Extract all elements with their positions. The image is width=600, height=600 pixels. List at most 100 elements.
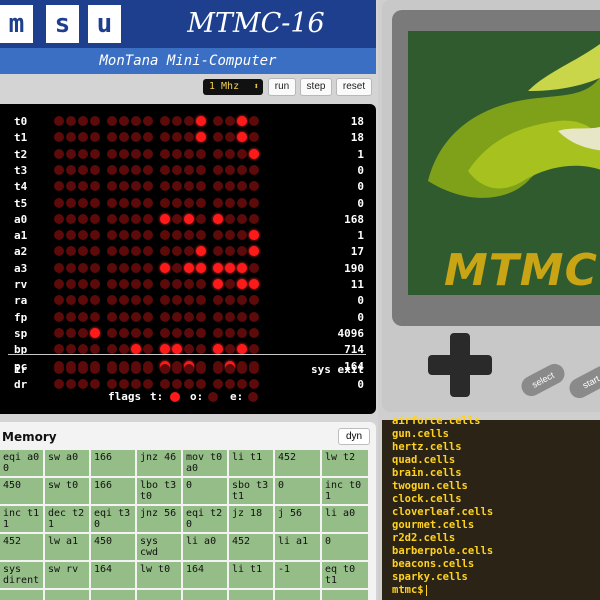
logo-letter-u: u [88,5,121,43]
memory-cell[interactable]: 452 [229,534,273,560]
app-header: m s u MTMC-16 [0,0,376,48]
bit-led [249,164,259,175]
bit-led [143,311,153,322]
memory-cell[interactable] [91,590,135,600]
bit-led [249,213,259,224]
memory-cell[interactable]: eq t0 t1 [322,562,368,588]
bit-led [225,295,235,306]
memory-cell[interactable]: jnz 56 [137,506,181,532]
memory-cell[interactable]: 452 [275,450,320,476]
memory-cell[interactable]: mov t0 a0 [183,450,227,476]
registers-panel: t0 18 t1 18 t2 1 t3 0 t4 0 t5 0 a0 168 a1 1 a2 17 a3 190 rv 1… [0,104,376,414]
bit-led [78,364,88,374]
bit-led [196,364,206,374]
memory-cell[interactable]: sw t0 [45,478,89,504]
register-row-ir: ir sys exit [0,362,376,377]
terminal[interactable]: airforce.cells gun.cells hertz.cells quad.c… [382,415,600,600]
bit-led [160,379,170,389]
bit-led [172,379,182,389]
bit-led [119,379,129,389]
memory-cell[interactable]: 450 [0,478,43,504]
register-name: a1 [14,229,28,243]
memory-cell[interactable]: 166 [91,478,135,504]
bit-led [225,262,235,273]
memory-cell[interactable]: li t1 [229,450,273,476]
memory-cell[interactable]: 0 [322,534,368,560]
memory-cell[interactable]: jnz 46 [137,450,181,476]
bit-led [184,148,194,159]
memory-cell[interactable]: -1 [275,562,320,588]
bit-led [78,311,88,322]
terminal-line: sparky.cells [392,571,468,583]
terminal-line: barberpole.cells [392,545,494,557]
memory-cell[interactable]: lw t0 [137,562,181,588]
run-button[interactable]: run [268,78,296,96]
memory-cell[interactable]: jz 18 [229,506,273,532]
memory-cell[interactable] [0,590,43,600]
bit-led [237,344,247,355]
reset-button[interactable]: reset [336,78,372,96]
memory-cell[interactable]: sw a0 [45,450,89,476]
memory-cell[interactable]: sys cwd [137,534,181,560]
register-leds [54,230,266,241]
memory-cell[interactable]: lbo t3 t0 [137,478,181,504]
memory-cell[interactable]: li a1 [275,534,320,560]
memory-cell[interactable]: 452 [0,534,43,560]
memory-cell[interactable]: 0 [183,478,227,504]
memory-cell[interactable] [137,590,181,600]
bit-led [119,344,129,355]
step-button[interactable]: step [300,78,332,96]
memory-cell[interactable]: inc t1 1 [0,506,43,532]
terminal-line: twogun.cells [392,480,468,492]
memory-cell[interactable]: 164 [183,562,227,588]
app-title: MTMC-16 [187,8,325,39]
memory-cell[interactable]: 166 [91,450,135,476]
memory-cell[interactable] [183,590,227,600]
memory-cell[interactable]: eqi t3 0 [91,506,135,532]
memory-cell[interactable]: 450 [91,534,135,560]
bit-led [66,327,76,338]
memory-cell[interactable]: sw rv [45,562,89,588]
memory-cell[interactable] [322,590,368,600]
register-value: 0 [357,196,364,210]
bit-led [160,164,170,175]
memory-cell[interactable]: j 56 [275,506,320,532]
memory-cell[interactable]: eqi t2 0 [183,506,227,532]
memory-cell[interactable]: inc t0 1 [322,478,368,504]
bit-led [66,164,76,175]
dpad[interactable] [428,333,492,397]
flag-t-label: t: [150,390,164,403]
bit-led [184,197,194,208]
memory-cell[interactable]: sbo t3 t1 [229,478,273,504]
memory-cell[interactable]: li a0 [183,534,227,560]
bit-led [131,213,141,224]
memory-cell[interactable]: li t1 [229,562,273,588]
bit-led [237,197,247,208]
memory-cell[interactable] [275,590,320,600]
memory-cell[interactable]: sys dirent [0,562,43,588]
speed-select[interactable]: 1 Mhz ⬍ [203,79,263,95]
memory-cell[interactable]: dec t2 1 [45,506,89,532]
memory-cell[interactable]: lw a1 [45,534,89,560]
register-row-a2: a2 17 [0,244,376,259]
memory-cell[interactable]: lw t2 [322,450,368,476]
memory-cell[interactable]: li a0 [322,506,368,532]
memory-cell[interactable]: 0 [275,478,320,504]
register-row-t1: t1 18 [0,130,376,145]
bit-led [172,246,182,257]
memory-cell[interactable] [45,590,89,600]
bit-led [143,148,153,159]
bit-led [143,132,153,143]
memory-cell[interactable]: 164 [91,562,135,588]
memory-cell[interactable]: eqi a0 0 [0,450,43,476]
bit-led [225,379,235,389]
start-button[interactable]: start [565,362,600,402]
terminal-prompt-line[interactable]: mtmc$ [392,584,427,597]
memory-mode-button[interactable]: dyn [338,428,370,445]
register-value: 168 [344,212,364,226]
bit-led [249,246,259,257]
bit-led [90,197,100,208]
select-button[interactable]: select [517,360,569,400]
memory-cell[interactable] [229,590,273,600]
bit-led [184,213,194,224]
